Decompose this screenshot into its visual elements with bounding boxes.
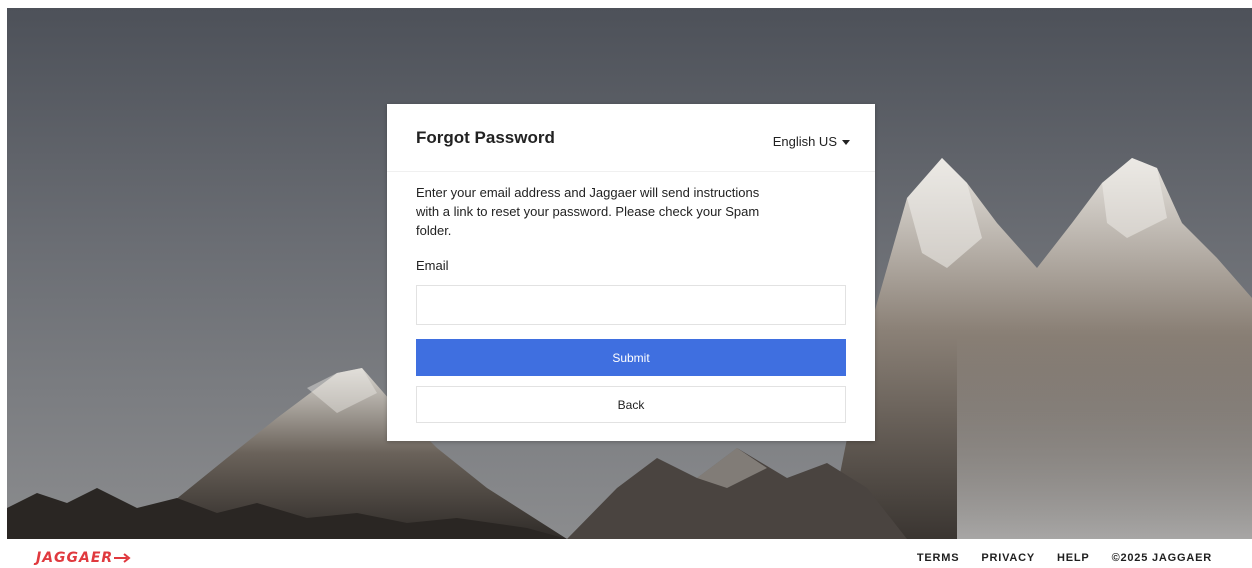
email-input[interactable] (416, 285, 846, 325)
logo-text: JAGGAER (36, 550, 114, 566)
footer-links: TERMS PRIVACY HELP ©2025 JAGGAER (917, 552, 1212, 564)
forgot-password-page: Forgot Password English US Enter your em… (0, 0, 1252, 568)
back-button[interactable]: Back (416, 386, 846, 423)
email-label: Email (416, 258, 449, 273)
forgot-password-card: Forgot Password English US Enter your em… (387, 104, 875, 441)
language-label: English US (772, 134, 837, 149)
submit-button[interactable]: Submit (416, 339, 846, 376)
copyright-text: ©2025 JAGGAER (1111, 552, 1212, 564)
logo-arrow-icon (114, 553, 131, 563)
page-title: Forgot Password (416, 128, 555, 147)
language-selector[interactable]: English US (773, 134, 850, 149)
caret-down-icon (842, 140, 850, 145)
instructions-text: Enter your email address and Jaggaer wil… (416, 185, 760, 238)
terms-link[interactable]: TERMS (917, 552, 960, 564)
footer: JAGGAER TERMS PRIVACY HELP ©2025 JAGGAER (0, 539, 1252, 568)
card-header: Forgot Password English US (387, 104, 875, 172)
privacy-link[interactable]: PRIVACY (981, 552, 1035, 564)
jaggaer-logo[interactable]: JAGGAER (36, 550, 132, 566)
help-link[interactable]: HELP (1057, 552, 1090, 564)
